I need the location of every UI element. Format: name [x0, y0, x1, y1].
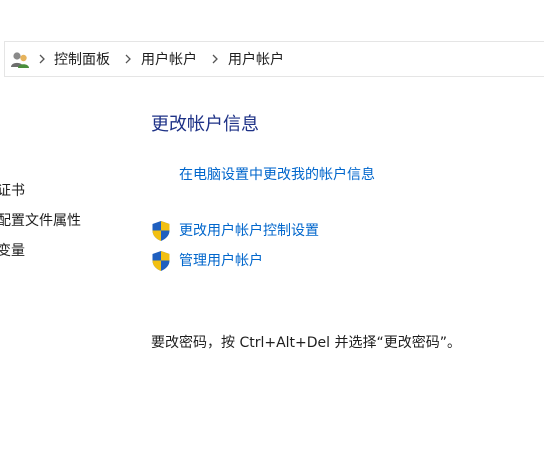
breadcrumb-user-accounts-current[interactable]: 用户帐户 [228, 51, 284, 69]
left-pane-environment-variables-link[interactable]: 变量 [0, 242, 25, 260]
user-accounts-icon [11, 52, 29, 68]
chevron-right-icon[interactable] [123, 51, 133, 67]
uac-shield-icon [152, 221, 170, 241]
left-pane-profile-properties-link[interactable]: 配置文件属性 [0, 212, 81, 230]
address-bar[interactable]: 控制面板 用户帐户 用户帐户 [4, 41, 544, 77]
left-pane-certificates-link[interactable]: 证书 [0, 182, 25, 200]
control-panel-window: 控制面板 用户帐户 用户帐户 证书 配置文件属性 变量 更改帐户信息 在电脑设置… [0, 0, 544, 450]
pc-settings-account-link[interactable]: 在电脑设置中更改我的帐户信息 [179, 166, 375, 184]
breadcrumb-control-panel[interactable]: 控制面板 [54, 51, 110, 69]
uac-settings-link[interactable]: 更改用户帐户控制设置 [179, 222, 319, 240]
chevron-right-icon[interactable] [210, 51, 220, 67]
manage-user-accounts-link[interactable]: 管理用户帐户 [179, 252, 263, 270]
chevron-right-icon[interactable] [37, 51, 47, 67]
page-title: 更改帐户信息 [151, 114, 259, 135]
password-change-note: 要改密码，按 Ctrl+Alt+Del 并选择“更改密码”。 [151, 335, 462, 351]
breadcrumb-user-accounts[interactable]: 用户帐户 [141, 51, 197, 69]
uac-shield-icon [152, 251, 170, 271]
